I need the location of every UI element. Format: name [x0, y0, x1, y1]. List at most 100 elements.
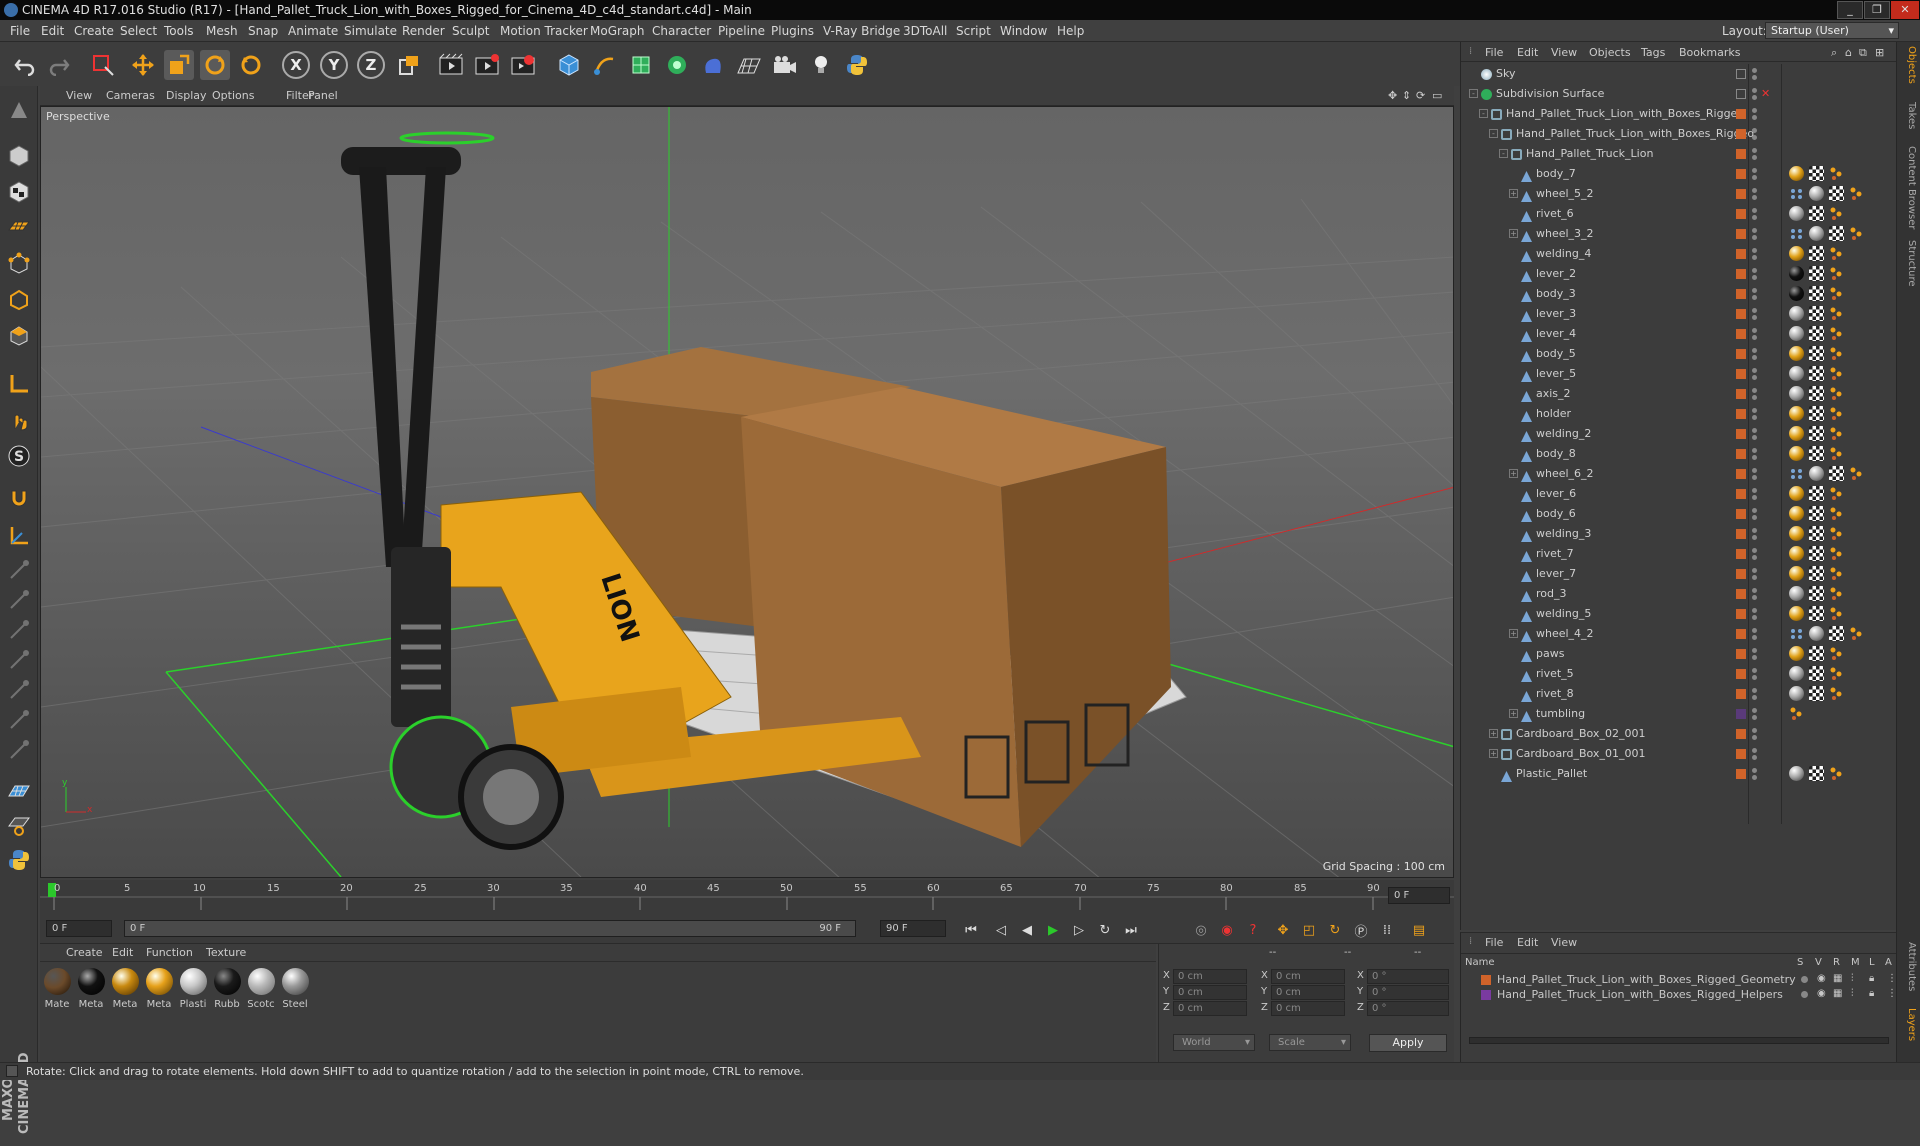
layer-color-swatch[interactable]	[1736, 689, 1746, 699]
autokey-icon[interactable]: ◉	[1216, 919, 1238, 941]
render-visibility-dot[interactable]	[1752, 555, 1757, 560]
menu-snap[interactable]: Snap	[248, 24, 278, 38]
key-pla-icon[interactable]: ⁞⁞	[1376, 919, 1398, 941]
render-settings-icon[interactable]	[508, 50, 538, 80]
render-visibility-dot[interactable]	[1752, 395, 1757, 400]
edges-mode-icon[interactable]	[5, 286, 33, 314]
material-tag-icon[interactable]	[1789, 346, 1804, 361]
viewport-zoom-icon[interactable]: ⇕	[1402, 89, 1411, 102]
menu-tools[interactable]: Tools	[164, 24, 194, 38]
layer-color-swatch[interactable]	[1736, 289, 1746, 299]
material-tag-icon[interactable]	[1789, 566, 1804, 581]
om-menu-bookmarks[interactable]: Bookmarks	[1679, 46, 1740, 59]
uvw-tag-icon[interactable]	[1809, 326, 1824, 341]
uvw-tag-icon[interactable]	[1809, 346, 1824, 361]
expand-toggle-icon[interactable]: +	[1509, 189, 1518, 198]
material-tag-icon[interactable]	[1789, 406, 1804, 421]
multi-material-tag-icon[interactable]	[1789, 626, 1804, 641]
layer-color-swatch[interactable]	[1736, 509, 1746, 519]
layer-color-swatch[interactable]	[1736, 549, 1746, 559]
object-row[interactable]: body_8	[1461, 444, 1897, 464]
disabled-x-icon[interactable]: ✕	[1761, 84, 1770, 104]
search-icon[interactable]: ⌕	[1831, 46, 1837, 60]
polygons-mode-icon[interactable]	[5, 322, 33, 350]
texture-mode-icon[interactable]	[5, 178, 33, 206]
cloner-icon[interactable]	[662, 50, 692, 80]
editor-visibility-dot[interactable]	[1752, 188, 1757, 193]
object-row[interactable]: rivet_5	[1461, 664, 1897, 684]
object-row[interactable]: welding_3	[1461, 524, 1897, 544]
object-row[interactable]: lever_6	[1461, 484, 1897, 504]
render-visibility-dot[interactable]	[1752, 335, 1757, 340]
material-tag-icon[interactable]	[1789, 486, 1804, 501]
editor-visibility-dot[interactable]	[1752, 288, 1757, 293]
new-view-icon[interactable]: ⧉	[1859, 46, 1867, 60]
object-row[interactable]: - Subdivision Surface ✕	[1461, 84, 1897, 104]
smooth-tool-icon[interactable]	[5, 616, 33, 644]
uvw-tag-icon[interactable]	[1809, 406, 1824, 421]
selection-tag-icon[interactable]	[1849, 466, 1864, 481]
spline-pen-icon[interactable]	[590, 50, 620, 80]
object-row[interactable]: holder	[1461, 404, 1897, 424]
uvw-tag-icon[interactable]	[1809, 286, 1824, 301]
tab-structure[interactable]: Structure	[1900, 240, 1917, 287]
render-visibility-dot[interactable]	[1752, 215, 1757, 220]
viewport-maximize-icon[interactable]: ▭	[1432, 89, 1442, 102]
material-tag-icon[interactable]	[1789, 286, 1804, 301]
viewport-menu-options[interactable]: Options	[212, 89, 254, 102]
layer-color-swatch[interactable]	[1481, 990, 1491, 1000]
material-tag-icon[interactable]	[1789, 686, 1804, 701]
editor-visibility-dot[interactable]	[1752, 588, 1757, 593]
key-param-icon[interactable]: Ⓟ	[1350, 919, 1372, 941]
go-to-end-icon[interactable]: ⏭	[1120, 919, 1142, 941]
uvw-tag-icon[interactable]	[1809, 246, 1824, 261]
viewport-menu-cameras[interactable]: Cameras	[106, 89, 155, 102]
layer-color-swatch[interactable]	[1736, 269, 1746, 279]
material-tag-icon[interactable]	[1789, 246, 1804, 261]
uvw-tag-icon[interactable]	[1829, 186, 1844, 201]
menu-window[interactable]: Window	[1000, 24, 1047, 38]
layer-color-swatch[interactable]	[1736, 569, 1746, 579]
manager-icon[interactable]: ⫶	[1851, 988, 1854, 999]
render-visibility-dot[interactable]	[1752, 775, 1757, 780]
key-rotation-icon[interactable]: ↻	[1324, 919, 1346, 941]
layer-color-swatch[interactable]	[1736, 409, 1746, 419]
menu-edit[interactable]: Edit	[41, 24, 64, 38]
sculpt-flatten-icon[interactable]	[5, 736, 33, 764]
material-tag-icon[interactable]	[1789, 306, 1804, 321]
menu-pipeline[interactable]: Pipeline	[718, 24, 765, 38]
render-visibility-dot[interactable]	[1752, 295, 1757, 300]
object-row[interactable]: welding_4	[1461, 244, 1897, 264]
previous-frame-icon[interactable]: ◀	[1016, 919, 1038, 941]
material-tag-icon[interactable]	[1789, 446, 1804, 461]
render-visibility-dot[interactable]	[1752, 455, 1757, 460]
material-tag-icon[interactable]	[1789, 506, 1804, 521]
layer-color-swatch[interactable]	[1736, 709, 1746, 719]
editor-visibility-dot[interactable]	[1752, 68, 1757, 73]
object-row[interactable]: rivet_6	[1461, 204, 1897, 224]
editor-visibility-dot[interactable]	[1752, 308, 1757, 313]
selection-tag-icon[interactable]	[1829, 526, 1844, 541]
uvw-tag-icon[interactable]	[1809, 686, 1824, 701]
editor-visibility-dot[interactable]	[1752, 528, 1757, 533]
editor-visibility-dot[interactable]	[1752, 248, 1757, 253]
menu-character[interactable]: Character	[652, 24, 711, 38]
mat-menu-edit[interactable]: Edit	[112, 946, 133, 959]
layer-menu-edit[interactable]: Edit	[1517, 936, 1538, 949]
render-visibility-dot[interactable]	[1752, 115, 1757, 120]
undo-icon[interactable]	[10, 50, 40, 80]
material-tag-icon[interactable]	[1789, 266, 1804, 281]
sculpt-grab-icon[interactable]	[5, 676, 33, 704]
uvw-tag-icon[interactable]	[1809, 366, 1824, 381]
editor-visibility-dot[interactable]	[1752, 488, 1757, 493]
object-row[interactable]: paws	[1461, 644, 1897, 664]
close-button[interactable]: ✕	[1891, 1, 1919, 19]
minimize-button[interactable]: _	[1837, 1, 1863, 19]
object-row[interactable]: + tumbling	[1461, 704, 1897, 724]
render-visibility-dot[interactable]	[1752, 355, 1757, 360]
uvw-tag-icon[interactable]	[1809, 206, 1824, 221]
layer-color-swatch[interactable]	[1736, 429, 1746, 439]
selection-tag-icon[interactable]	[1829, 266, 1844, 281]
object-row[interactable]: + Cardboard_Box_02_001	[1461, 724, 1897, 744]
multi-material-tag-icon[interactable]	[1789, 186, 1804, 201]
